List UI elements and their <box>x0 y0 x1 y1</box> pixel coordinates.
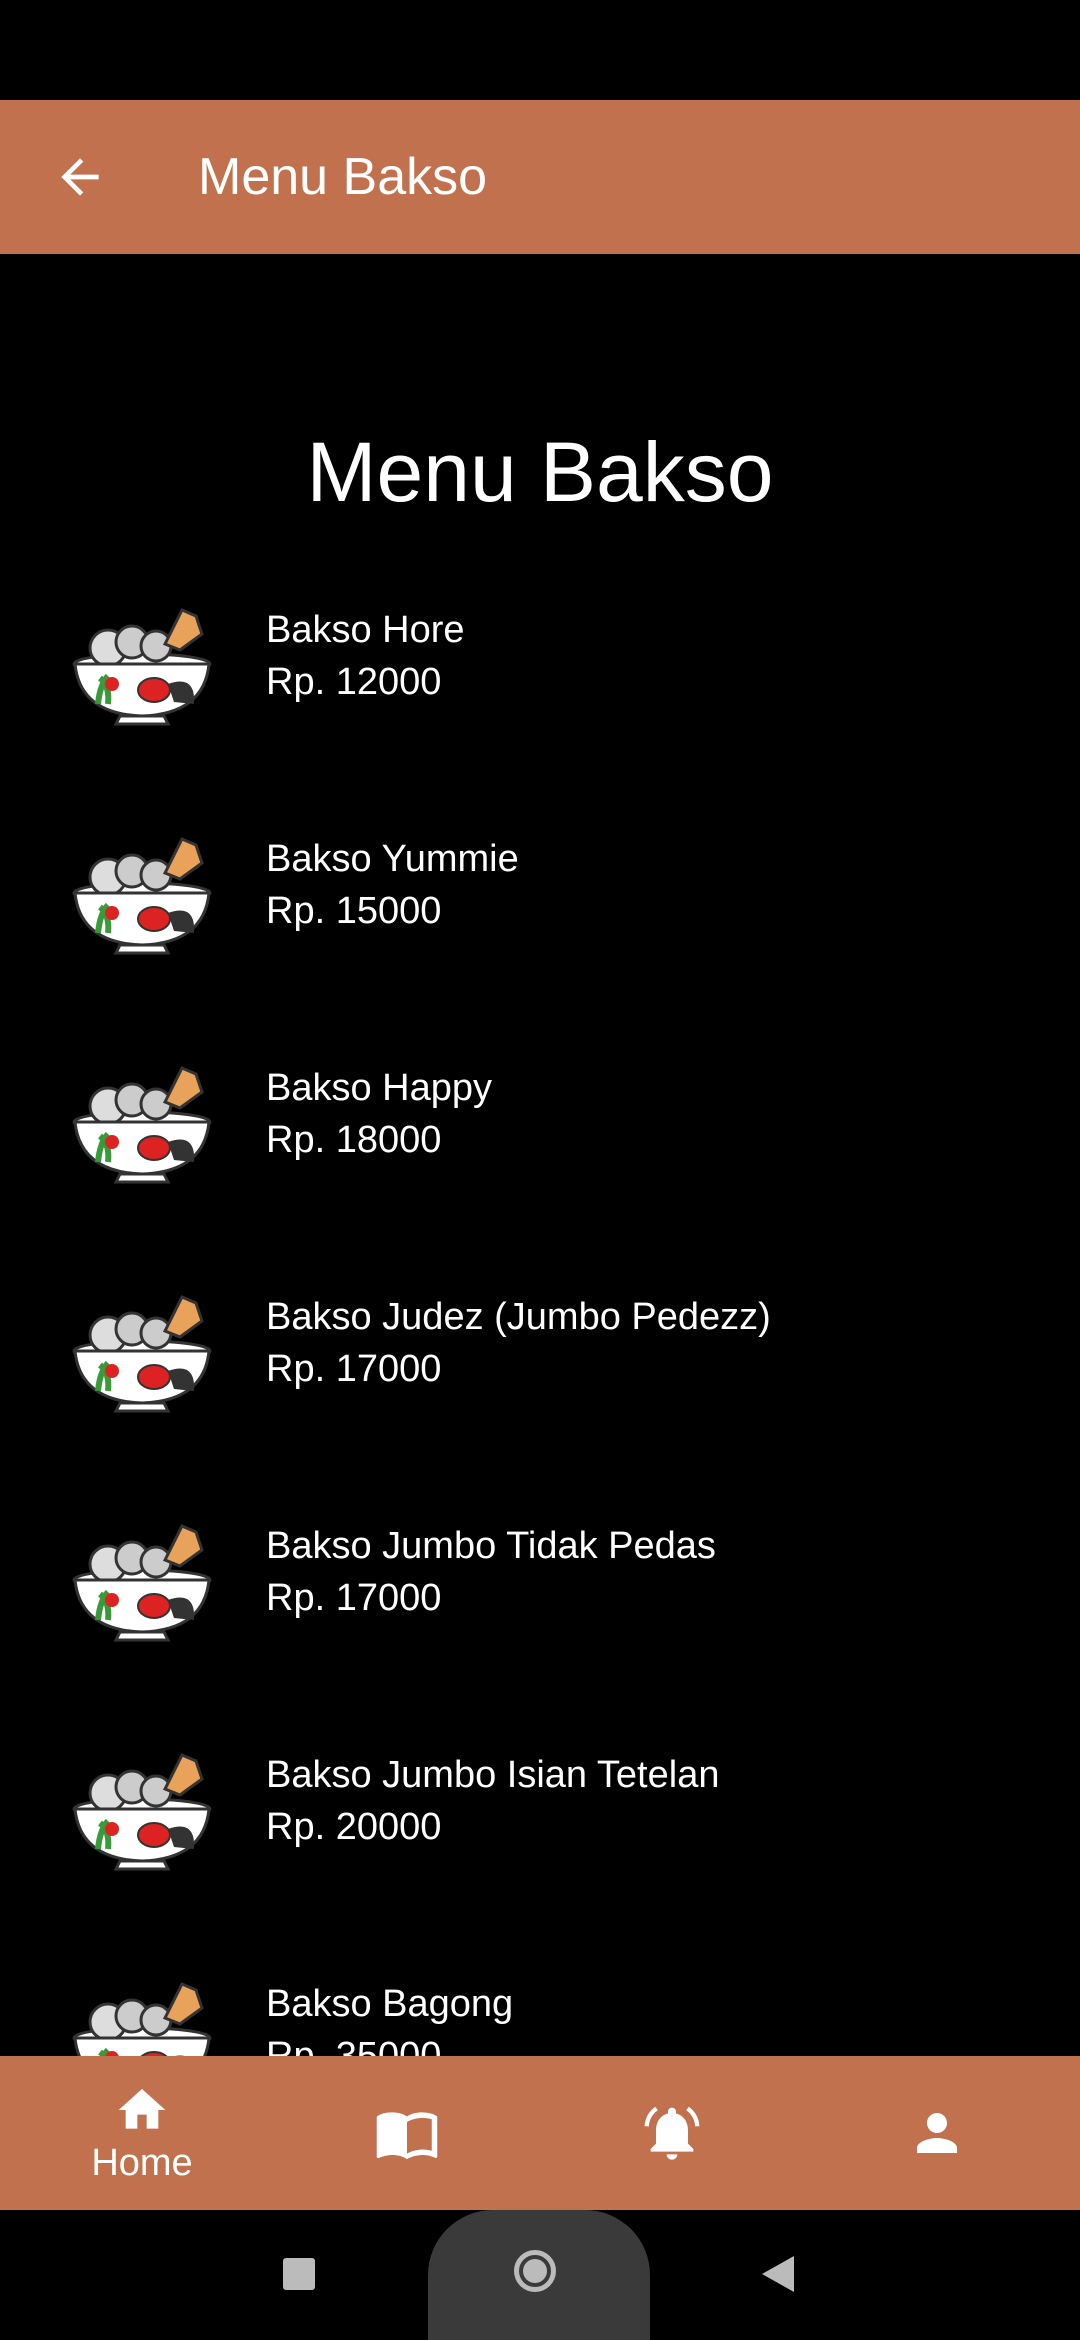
back-triangle-icon[interactable] <box>760 2254 796 2294</box>
menu-item-name: Bakso Yummie <box>266 838 519 880</box>
bakso-bowl-icon <box>70 1062 214 1186</box>
menu-item[interactable]: Bakso Jumbo Isian Tetelan Rp. 20000 <box>0 1749 1080 1978</box>
menu-item-name: Bakso Happy <box>266 1067 493 1109</box>
bakso-bowl-icon <box>70 1291 214 1415</box>
nav-home[interactable]: Home <box>7 2056 277 2210</box>
nav-home-label: Home <box>91 2141 193 2184</box>
person-icon <box>917 2113 957 2153</box>
menu-content[interactable]: Menu Bakso Bakso Hore Rp. 12000 Bakso Yum… <box>0 254 1080 2056</box>
bakso-bowl-icon <box>70 1749 214 1873</box>
app-bar-title: Menu Bakso <box>198 148 488 206</box>
bakso-bowl-icon <box>70 1978 214 2056</box>
menu-item[interactable]: Bakso Happy Rp. 18000 <box>0 1062 1080 1291</box>
nav-profile[interactable] <box>802 2056 1072 2210</box>
menu-item-price: Rp. 20000 <box>266 1806 442 1848</box>
menu-item-name: Bakso Hore <box>266 609 465 651</box>
page-title: Menu Bakso <box>306 425 774 519</box>
menu-item-price: Rp. 12000 <box>266 661 442 703</box>
home-icon <box>118 2088 166 2129</box>
menu-item-price: Rp. 15000 <box>266 890 442 932</box>
menu-item-name: Bakso Bagong <box>266 1983 514 2025</box>
system-navigation-bar <box>0 2210 1080 2340</box>
menu-item-price: Rp. 17000 <box>266 1348 442 1390</box>
home-dot-icon <box>523 2259 547 2283</box>
arrow-back-icon <box>61 158 99 196</box>
nav-notifications[interactable] <box>537 2056 807 2210</box>
status-bar <box>0 0 1080 100</box>
menu-item[interactable]: Bakso Jumbo Tidak Pedas Rp. 17000 <box>0 1520 1080 1749</box>
menu-item-price: Rp. 35000 <box>266 2035 442 2056</box>
menu-item-name: Bakso Judez (Jumbo Pedezz) <box>266 1296 771 1338</box>
menu-item[interactable]: Bakso Yummie Rp. 15000 <box>0 833 1080 1062</box>
menu-item[interactable]: Bakso Judez (Jumbo Pedezz) Rp. 17000 <box>0 1291 1080 1520</box>
recents-button[interactable] <box>283 2258 315 2290</box>
menu-item-name: Bakso Jumbo Tidak Pedas <box>266 1525 716 1567</box>
bakso-bowl-icon <box>70 833 214 957</box>
menu-item-price: Rp. 17000 <box>266 1577 442 1619</box>
menu-book-icon <box>376 2112 438 2160</box>
menu-item-name: Bakso Jumbo Isian Tetelan <box>266 1754 720 1796</box>
nav-menu[interactable] <box>272 2056 542 2210</box>
menu-item[interactable]: Bakso Bagong Rp. 35000 <box>0 1978 1080 2056</box>
home-pill[interactable] <box>428 2210 650 2340</box>
app-bar: Menu Bakso <box>0 100 1080 254</box>
bakso-bowl-icon <box>70 1520 214 1644</box>
bottom-navigation: Home <box>0 2056 1080 2210</box>
notification-bell-icon <box>644 2106 700 2160</box>
bakso-bowl-icon <box>70 604 214 728</box>
menu-item[interactable]: Bakso Hore Rp. 12000 <box>0 604 1080 833</box>
back-button[interactable] <box>40 137 120 217</box>
menu-item-price: Rp. 18000 <box>266 1119 442 1161</box>
